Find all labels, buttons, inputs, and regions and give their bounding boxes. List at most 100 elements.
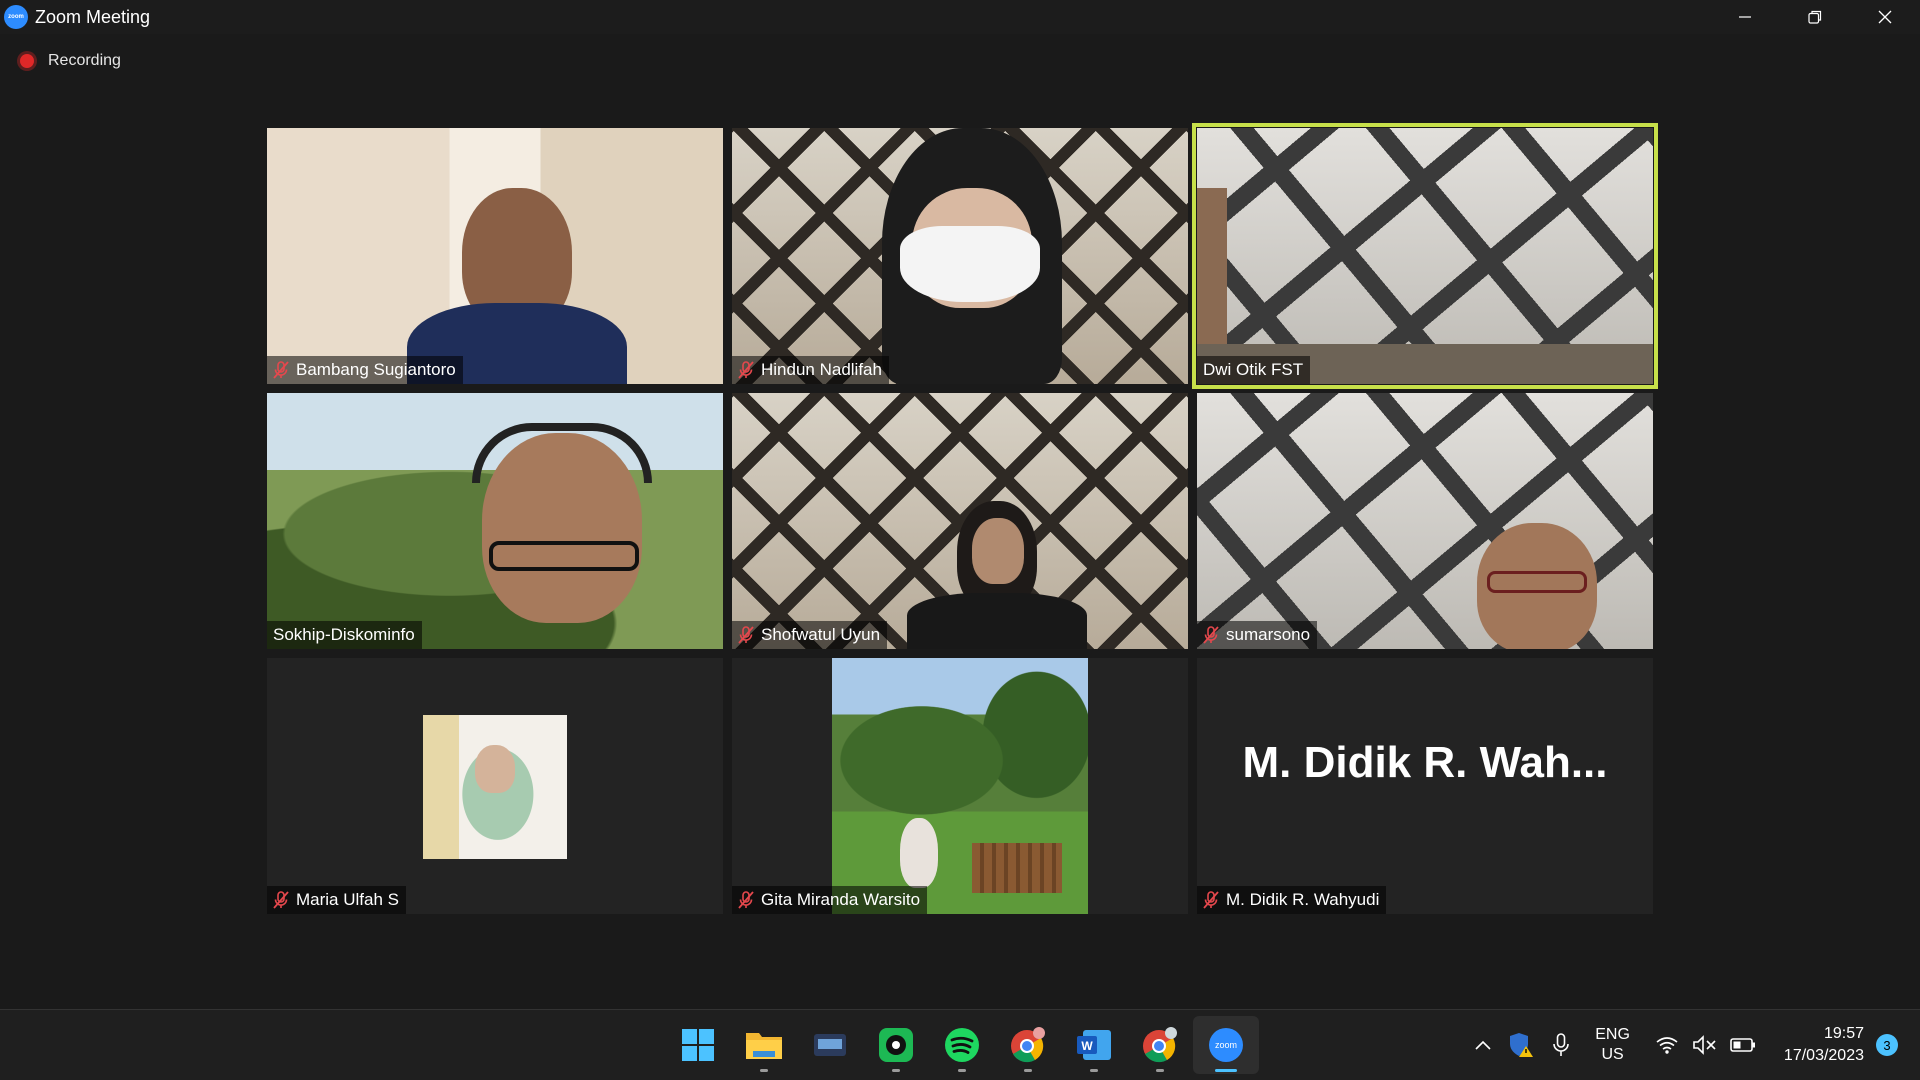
word-letter: W	[1081, 1039, 1093, 1053]
participant-video	[267, 128, 723, 384]
participant-tile[interactable]: Bambang Sugiantoro	[267, 128, 723, 384]
mic-muted-icon	[738, 891, 754, 909]
name-tag: Gita Miranda Warsito	[732, 886, 928, 914]
taskbar-chrome[interactable]	[995, 1016, 1061, 1074]
show-hidden-icons-button[interactable]	[1465, 1027, 1501, 1063]
name-tag: Sokhip-Diskominfo	[267, 621, 422, 649]
mic-muted-icon	[273, 361, 289, 379]
participant-name: sumarsono	[1226, 625, 1311, 644]
windows-logo-icon	[682, 1029, 714, 1061]
zoom-letter: zoom	[1215, 1040, 1237, 1050]
name-tag: Hindun Nadlifah	[732, 356, 889, 384]
participant-tile[interactable]: Sokhip-Diskominfo	[267, 393, 723, 649]
participant-face	[972, 518, 1024, 584]
security-tray-button[interactable]	[1501, 1027, 1541, 1063]
system-tray: ENG US 19:57 17/03/2023 3	[1465, 1010, 1920, 1080]
chrome-icon	[1143, 1027, 1177, 1063]
participant-tile[interactable]: Hindun Nadlifah	[732, 128, 1188, 384]
volume-muted-icon	[1693, 1035, 1716, 1055]
name-tag: Maria Ulfah S	[267, 886, 406, 914]
taskbar-chrome[interactable]	[1127, 1016, 1193, 1074]
restore-icon	[1808, 10, 1822, 24]
mic-muted-icon	[1203, 891, 1219, 909]
participant-tile[interactable]: Gita Miranda Warsito	[732, 658, 1188, 914]
minimize-icon	[1739, 16, 1751, 18]
spotify-icon	[945, 1028, 979, 1062]
running-indicator	[892, 1069, 900, 1072]
running-indicator	[1090, 1069, 1098, 1072]
logo-text: zoom	[8, 14, 24, 20]
headset	[472, 423, 652, 483]
windows-taskbar: W zoom ENG US 19:57 17/03/2023 3	[0, 1009, 1920, 1080]
record-dot-icon	[20, 54, 34, 68]
taskbar-file-explorer[interactable]	[731, 1016, 797, 1074]
wifi-tray-button[interactable]	[1648, 1027, 1686, 1063]
taskbar-app[interactable]	[797, 1016, 863, 1074]
microphone-tray-button[interactable]	[1541, 1027, 1581, 1063]
clock-time: 19:57	[1823, 1025, 1864, 1042]
name-tag: Shofwatul Uyun	[732, 621, 888, 649]
name-tag: sumarsono	[1197, 621, 1318, 649]
participant-name: Shofwatul Uyun	[761, 625, 881, 644]
participant-video	[1197, 128, 1653, 384]
chevron-up-icon	[1475, 1040, 1491, 1050]
volume-tray-button[interactable]	[1686, 1027, 1724, 1063]
participant-video	[1197, 393, 1653, 649]
restore-button[interactable]	[1780, 0, 1850, 34]
running-indicator	[1215, 1069, 1237, 1072]
start-button[interactable]	[665, 1016, 731, 1074]
participant-figure	[900, 818, 938, 888]
terminal-icon	[814, 1034, 846, 1056]
clock[interactable]: 19:57 17/03/2023	[1784, 1023, 1864, 1067]
participant-video	[732, 128, 1188, 384]
participant-tile[interactable]: sumarsono	[1197, 393, 1653, 649]
taskbar-apps: W zoom	[665, 1010, 1259, 1080]
close-button[interactable]	[1850, 0, 1920, 34]
running-indicator	[958, 1069, 966, 1072]
glasses	[1487, 571, 1587, 593]
participant-tile[interactable]: Shofwatul Uyun	[732, 393, 1188, 649]
participant-name: Dwi Otik FST	[1203, 360, 1304, 379]
participant-name: Maria Ulfah S	[296, 890, 399, 909]
wifi-icon	[1656, 1037, 1678, 1054]
name-tag: Dwi Otik FST	[1197, 356, 1311, 384]
running-indicator	[1156, 1069, 1164, 1072]
running-indicator	[1024, 1069, 1032, 1072]
participant-name: Gita Miranda Warsito	[761, 890, 921, 909]
name-tag: M. Didik R. Wahyudi	[1197, 886, 1387, 914]
running-indicator	[760, 1069, 768, 1072]
mic-muted-icon	[738, 361, 754, 379]
participant-tile[interactable]: Maria Ulfah S	[267, 658, 723, 914]
zoom-logo-icon: zoom	[4, 5, 28, 29]
keyboard-layout: US	[1601, 1046, 1624, 1063]
notification-badge[interactable]: 3	[1876, 1034, 1898, 1056]
taskbar-zoom[interactable]: zoom	[1193, 1016, 1259, 1074]
profile-picture	[832, 658, 1088, 914]
bench	[972, 843, 1062, 893]
taskbar-spotify[interactable]	[929, 1016, 995, 1074]
disc-icon	[879, 1028, 913, 1062]
battery-tray-button[interactable]	[1724, 1027, 1762, 1063]
language-code: ENG	[1595, 1026, 1630, 1043]
language-indicator[interactable]: ENG US	[1595, 1025, 1630, 1065]
participant-display-name: M. Didik R. Wah...	[1242, 738, 1608, 787]
close-icon	[1878, 10, 1892, 24]
mic-muted-icon	[273, 891, 289, 909]
participant-tile-active-speaker[interactable]: Dwi Otik FST	[1192, 123, 1658, 389]
window-controls	[1710, 0, 1920, 34]
mic-muted-icon	[738, 626, 754, 644]
taskbar-music-app[interactable]	[863, 1016, 929, 1074]
minimize-button[interactable]	[1710, 0, 1780, 34]
participant-body	[907, 593, 1087, 649]
name-tag: Bambang Sugiantoro	[267, 356, 463, 384]
clock-date: 17/03/2023	[1783, 1047, 1864, 1064]
participant-tile[interactable]: M. Didik R. Wah... M. Didik R. Wahyudi	[1197, 658, 1653, 914]
zoom-icon: zoom	[1209, 1028, 1243, 1062]
recording-label: Recording	[48, 52, 121, 69]
taskbar-word[interactable]: W	[1061, 1016, 1127, 1074]
recording-indicator[interactable]: Recording	[20, 52, 121, 70]
profile-picture	[423, 715, 567, 859]
face-mask	[900, 226, 1040, 302]
participant-video	[267, 393, 723, 649]
title-bar: zoom Zoom Meeting	[0, 0, 1920, 34]
